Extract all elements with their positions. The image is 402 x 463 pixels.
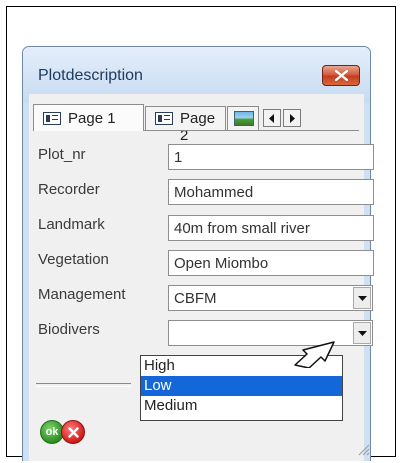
form-panel: Plot_nr 1 Recorder Mohammed Landmark 40m… — [29, 134, 374, 354]
biodivers-label: Biodivers — [38, 321, 100, 338]
separator-line — [36, 383, 131, 387]
close-icon — [68, 427, 79, 438]
ok-label: ok — [45, 426, 59, 438]
cancel-button[interactable] — [61, 420, 85, 444]
plot-nr-label: Plot_nr — [38, 146, 86, 163]
close-button[interactable] — [322, 65, 360, 86]
dropdown-option-low[interactable]: Low — [141, 376, 342, 396]
form-icon — [155, 112, 173, 125]
plot-nr-field[interactable]: 1 — [168, 144, 374, 170]
resize-grip-icon[interactable] — [356, 442, 370, 456]
tab-page-1[interactable]: Page 1 — [33, 104, 144, 131]
tab-page-3[interactable] — [227, 106, 259, 130]
management-value: CBFM — [174, 290, 217, 307]
tab-page-2[interactable]: Page 2 — [145, 106, 226, 144]
landmark-field[interactable]: 40m from small river — [168, 215, 374, 241]
tab-label: Page 1 — [68, 110, 116, 127]
picture-icon — [234, 111, 254, 126]
recorder-field[interactable]: Mohammed — [168, 179, 374, 205]
dropdown-option-medium[interactable]: Medium — [141, 396, 342, 416]
landmark-label: Landmark — [38, 216, 105, 233]
biodivers-dropdown-button[interactable] — [353, 322, 371, 344]
vegetation-label: Vegetation — [38, 251, 109, 268]
tab-scroll-right-button[interactable] — [283, 109, 301, 127]
arrow-right-icon — [290, 114, 295, 123]
close-icon — [335, 70, 348, 81]
chevron-down-icon — [358, 296, 367, 301]
chevron-down-icon — [358, 331, 367, 336]
management-label: Management — [38, 286, 126, 303]
vegetation-field[interactable]: Open Miombo — [168, 250, 374, 276]
management-combobox[interactable]: CBFM — [168, 285, 373, 311]
recorder-label: Recorder — [38, 181, 100, 198]
management-dropdown-button[interactable] — [353, 287, 371, 309]
annotation-arrow-icon — [294, 341, 335, 368]
window-title: Plotdescription — [38, 67, 143, 84]
tab-strip: Page 1 Page 2 — [29, 94, 364, 144]
arrow-left-icon — [269, 114, 274, 123]
tab-scroll-left-button[interactable] — [263, 109, 281, 127]
form-icon — [43, 112, 61, 125]
